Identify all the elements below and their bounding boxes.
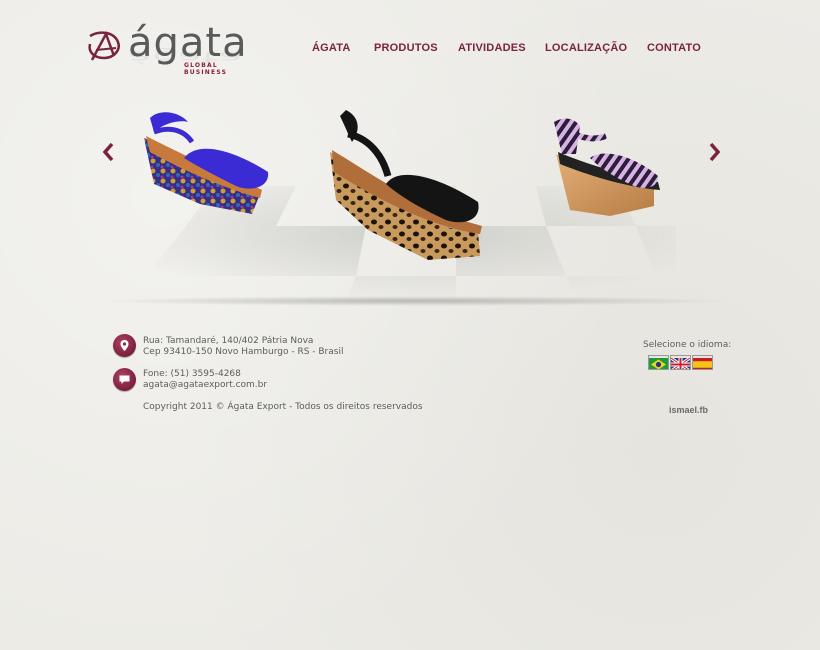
- uk-flag-icon[interactable]: [670, 355, 691, 370]
- contact-block: Fone: (51) 3595-4268 agata@agataexport.c…: [143, 369, 267, 391]
- chevron-left-icon: [102, 142, 114, 162]
- chevron-right-icon: [709, 142, 721, 162]
- product-shoe-leopard[interactable]: [328, 110, 488, 264]
- phone-text: Fone: (51) 3595-4268: [143, 369, 241, 379]
- location-pin-icon: [113, 334, 136, 357]
- nav-item-atividades[interactable]: ATIVIDADES: [458, 42, 526, 54]
- address-line-1: Rua: Tamandaré, 140/402 Pátria Nova: [143, 336, 314, 346]
- email-link[interactable]: agata@agataexport.com.br: [143, 380, 267, 391]
- brand-reflection: ágata: [128, 47, 243, 66]
- product-carousel: [96, 96, 736, 308]
- address-block: Rua: Tamandaré, 140/402 Pátria Nova Cep …: [143, 336, 343, 358]
- nav-item-localizacao[interactable]: LOCALIZAÇÃO: [545, 42, 627, 54]
- designer-credit[interactable]: ismael.fb: [669, 405, 708, 415]
- logo-mark-icon: [88, 30, 120, 61]
- speech-bubble-icon: [113, 368, 136, 391]
- address-line-2: Cep 93410-150 Novo Hamburgo - RS - Brasi…: [143, 347, 344, 357]
- product-shoe-blue[interactable]: [140, 108, 276, 220]
- product-shoe-striped[interactable]: [550, 114, 668, 222]
- brazil-flag-icon[interactable]: [648, 355, 669, 370]
- carousel-next-button[interactable]: [708, 142, 722, 162]
- nav-item-produtos[interactable]: PRODUTOS: [374, 42, 438, 54]
- nav-item-agata[interactable]: ÁGATA: [312, 42, 350, 54]
- carousel-prev-button[interactable]: [101, 142, 115, 162]
- shelf-shadow: [96, 296, 736, 306]
- spain-flag-icon[interactable]: [692, 355, 713, 370]
- copyright-text: Copyright 2011 © Ágata Export - Todos os…: [143, 402, 423, 412]
- nav-item-contato[interactable]: CONTATO: [647, 42, 701, 54]
- language-label: Selecione o idioma:: [643, 340, 732, 350]
- brand-logo[interactable]: ágata GLOBAL BUSINESS ágata: [84, 20, 254, 92]
